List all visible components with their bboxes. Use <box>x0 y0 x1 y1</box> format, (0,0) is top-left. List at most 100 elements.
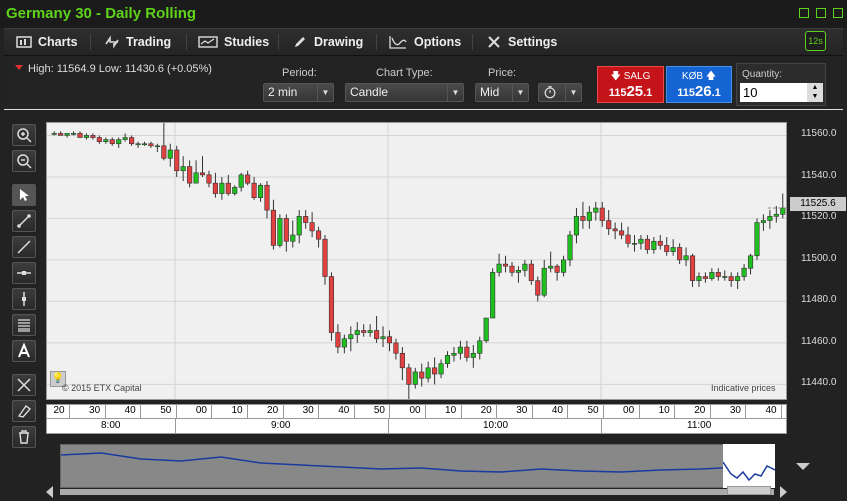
buy-label: KØB <box>681 71 704 82</box>
vertical-line-tool[interactable] <box>12 288 36 310</box>
toolbar-divider <box>278 34 279 50</box>
minute-tick-label: 40 <box>124 405 136 416</box>
trendline-icon <box>17 214 31 228</box>
crosshair-tool[interactable] <box>12 374 36 396</box>
navigator-scrollbar[interactable] <box>60 489 774 495</box>
eraser-tool[interactable] <box>12 400 36 422</box>
candle-body <box>496 263 502 273</box>
candle-body <box>773 213 779 217</box>
delete-button[interactable] <box>12 426 36 448</box>
stepper-down-icon[interactable]: ▼ <box>807 92 823 101</box>
candle-body <box>644 238 650 250</box>
chart-navigator[interactable] <box>60 444 776 488</box>
toolbar-divider <box>90 34 91 50</box>
trading-menu[interactable]: Trading <box>104 28 171 55</box>
period-value: 2 min <box>268 85 298 99</box>
candle-body <box>58 133 64 136</box>
candle-body <box>277 218 283 246</box>
minimize-button[interactable] <box>799 8 809 18</box>
candle-body <box>554 265 560 273</box>
price-select[interactable]: Mid ▼ <box>475 83 529 102</box>
scroll-left-icon[interactable] <box>46 486 53 498</box>
candle-body <box>64 133 70 136</box>
text-tool[interactable] <box>12 340 36 362</box>
buy-button[interactable]: KØB 🡅 11526.1 <box>666 66 732 103</box>
hour-tick-divider <box>175 418 176 434</box>
zoom-out-button[interactable] <box>12 150 36 172</box>
minute-tick-divider <box>638 405 640 418</box>
candle-body <box>322 238 328 277</box>
price-chart[interactable] <box>46 122 787 400</box>
last-price-tag: 11525.6 <box>790 197 846 211</box>
buy-price: 11526.1 <box>677 83 721 100</box>
zoom-in-icon <box>17 128 32 143</box>
minute-tick-divider <box>425 405 426 418</box>
zoom-in-button[interactable] <box>12 124 36 146</box>
candle-body <box>754 222 760 257</box>
minute-tick-label: 30 <box>516 405 528 416</box>
horizontal-line-icon <box>17 271 31 275</box>
sell-label: SALG <box>623 71 651 82</box>
candle-body <box>167 149 173 159</box>
minute-tick-label: 40 <box>551 405 563 416</box>
period-select[interactable]: 2 min ▼ <box>263 83 334 102</box>
candle-body <box>406 367 412 385</box>
pointer-tool[interactable] <box>12 184 36 206</box>
candle-body <box>399 352 405 369</box>
quantity-label: Quantity: <box>742 69 783 80</box>
line-tool[interactable] <box>12 236 36 258</box>
candle-body <box>328 276 335 333</box>
price-tick-label: 11520.0 <box>801 211 837 223</box>
candle-body <box>722 276 728 278</box>
candle-body <box>515 269 521 273</box>
sell-button[interactable]: 🡇 SALG 11525.1 <box>597 66 664 103</box>
expand-navigator-icon[interactable] <box>796 463 810 470</box>
charts-menu[interactable]: Charts <box>16 28 78 55</box>
candle-body <box>522 263 528 271</box>
navigator-scroll-thumb[interactable] <box>727 486 771 495</box>
candle-body <box>767 216 773 221</box>
candle-body <box>212 182 218 194</box>
text-a-icon <box>18 343 30 358</box>
drawing-menu[interactable]: Drawing <box>292 28 363 55</box>
scroll-right-icon[interactable] <box>780 486 787 498</box>
high-low-summary: High: 11564.9 Low: 11430.6 (+0.05%) <box>28 63 212 75</box>
candle-body <box>303 216 309 223</box>
candle-body <box>419 371 425 379</box>
candle-body <box>251 182 257 198</box>
quantity-input[interactable] <box>740 83 807 102</box>
minute-tick-divider <box>709 405 711 418</box>
options-icon <box>389 35 407 49</box>
candle-body <box>619 230 625 236</box>
timer-select[interactable]: ▼ <box>538 83 582 102</box>
minute-tick-divider <box>69 405 70 418</box>
chart-type-label: Chart Type: <box>376 67 433 79</box>
quantity-stepper[interactable]: ▲ ▼ <box>807 83 823 102</box>
window-title: Germany 30 - Daily Rolling <box>6 5 197 22</box>
close-button[interactable] <box>833 8 843 18</box>
trendline-tool[interactable] <box>12 210 36 232</box>
stepper-up-icon[interactable]: ▲ <box>807 83 823 92</box>
price-tick-label: 11560.0 <box>801 128 837 140</box>
fibonacci-tool[interactable] <box>12 314 36 336</box>
candle-body <box>502 263 509 267</box>
studies-menu[interactable]: Studies <box>198 28 269 55</box>
maximize-button[interactable] <box>816 8 826 18</box>
horizontal-line-tool[interactable] <box>12 262 36 284</box>
candle-body <box>735 276 741 281</box>
refresh-interval-badge[interactable]: 12s <box>805 31 826 51</box>
settings-menu[interactable]: Settings <box>486 28 557 55</box>
candle-body <box>593 207 599 213</box>
chart-type-select[interactable]: Candle ▼ <box>345 83 464 102</box>
minute-tick-label: 10 <box>231 405 243 416</box>
candle-body <box>154 145 160 148</box>
candle-body <box>393 342 399 354</box>
toolbar-divider <box>472 34 473 50</box>
minute-tick-label: 20 <box>480 405 492 416</box>
options-menu[interactable]: Options <box>388 28 461 55</box>
candle-body <box>728 276 734 281</box>
collapse-arrow-icon[interactable] <box>15 65 23 70</box>
minute-tick-label: 20 <box>694 405 706 416</box>
candle-body <box>103 139 109 142</box>
navigator-window[interactable] <box>722 444 776 488</box>
